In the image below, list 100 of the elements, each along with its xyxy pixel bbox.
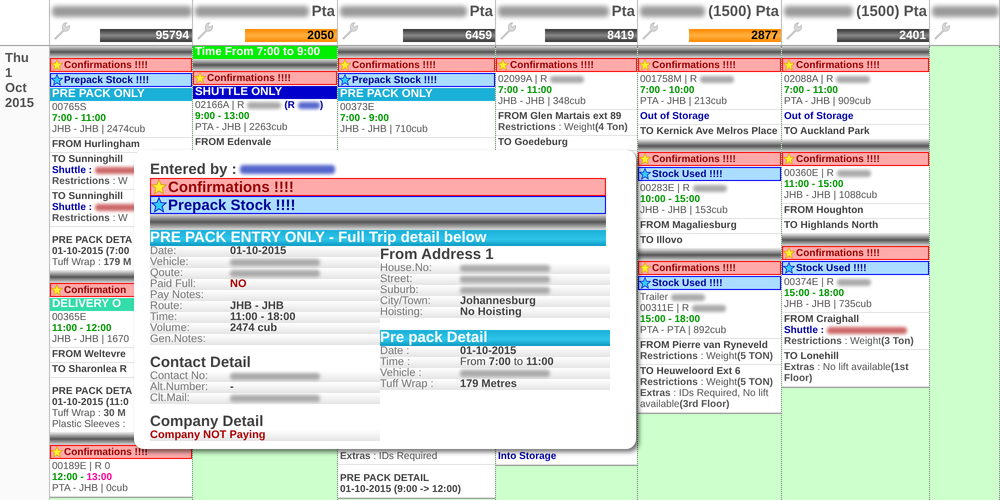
vehicle-suffix: (1500) Pta bbox=[856, 3, 928, 20]
alert-text: Confirmations !!!! bbox=[652, 60, 736, 70]
job-detail: TO Heuweloord Ext 6 bbox=[640, 366, 740, 377]
job-detail: 00374E | R bbox=[784, 277, 834, 288]
job-detail: Extras : IDs Required, No lift available(3rd Floor) bbox=[640, 388, 768, 410]
job-detail: JHB - JHB | 2474cub bbox=[52, 124, 146, 135]
star-icon bbox=[51, 59, 63, 71]
vehicle-suffix: Pta bbox=[470, 3, 494, 20]
job-detail: TO Kernick Ave Melros Place bbox=[640, 126, 778, 137]
job-detail: 00189E | R 0 bbox=[52, 461, 110, 472]
job-detail: JHB - JHB | 153cub bbox=[640, 205, 728, 216]
redacted-text bbox=[932, 6, 999, 17]
job-detail: Trailer bbox=[640, 292, 668, 303]
job-detail: Extras : IDs Required bbox=[340, 451, 438, 462]
time-range: 7:00 - 11:00 bbox=[784, 85, 838, 96]
star-icon bbox=[151, 197, 167, 213]
job-detail: 00373E bbox=[340, 102, 374, 113]
weekday-label: Thu bbox=[5, 50, 30, 65]
job-detail: JHB - JHB | 1670 bbox=[52, 334, 130, 345]
vehicle-suffix: Pta bbox=[312, 3, 336, 20]
job-detail: Restrictions : Weight(5 TON) bbox=[640, 351, 774, 362]
field-label: Vehicle : bbox=[380, 368, 423, 379]
field-label: Hoisting: bbox=[380, 307, 423, 318]
time-range: 11:00 - 12:00 bbox=[52, 323, 112, 334]
section-title: Contact Detail bbox=[150, 354, 252, 371]
entered-by-label: Entered by : bbox=[150, 160, 237, 178]
field-label: Street: bbox=[380, 274, 414, 285]
star-icon bbox=[639, 153, 651, 165]
job-detail: TO Sunninghill bbox=[52, 191, 123, 202]
payment-status: Company NOT Paying bbox=[150, 430, 267, 441]
time-range: 15:00 - 18:00 bbox=[784, 288, 844, 299]
job-detail: 00365E bbox=[52, 312, 86, 323]
field-label: Volume: bbox=[150, 323, 191, 334]
star-icon bbox=[783, 262, 795, 274]
time-range: 15:00 - 18:00 bbox=[640, 314, 700, 325]
field-value: 179 Metres bbox=[460, 379, 518, 390]
field-label: Time: bbox=[150, 312, 178, 323]
job-detail: 00283E | R bbox=[640, 183, 690, 194]
job-detail: Tuff Wrap : 30 M bbox=[52, 408, 126, 419]
job-detail: JHB - JHB | 1088cub bbox=[784, 190, 878, 201]
field-value: - bbox=[230, 382, 235, 393]
field-value: 11:00 - 18:00 bbox=[230, 312, 296, 323]
alert-text: Stock Used !!!! bbox=[652, 278, 723, 288]
alert-text: Prepack Stock !!!! bbox=[352, 74, 438, 86]
alert-text: Prepack Stock !!!! bbox=[168, 197, 296, 213]
job-detail: Plastic Sleeves : bbox=[52, 419, 126, 430]
field-label: City/Town: bbox=[380, 296, 432, 307]
job-detail: FROM Pierre van Ryneveld bbox=[640, 340, 768, 351]
star-icon bbox=[339, 59, 351, 71]
alert-text: Confirmation bbox=[64, 284, 126, 296]
job-detail: JHB - JHB | 348cub bbox=[498, 96, 586, 107]
alert-text: Stock Used !!!! bbox=[796, 262, 867, 274]
job-detail: FROM Glen Martais ext 89 bbox=[498, 111, 622, 122]
alert-text: Confirmations !!!! bbox=[510, 60, 594, 70]
star-icon bbox=[194, 72, 206, 84]
job-detail: FROM Magaliesburg bbox=[640, 220, 737, 231]
day-label: 1 bbox=[5, 65, 14, 80]
count-bar: 95794 bbox=[100, 29, 192, 42]
job-detail: PRE PACK DETA bbox=[52, 235, 132, 246]
time-range: 7:00 - 11:00 bbox=[498, 85, 552, 96]
job-detail: TO Sunninghill bbox=[52, 154, 123, 165]
section-band: PRE PACK ENTRY ONLY - Full Trip detail below bbox=[150, 230, 606, 246]
ref-note: ) bbox=[320, 100, 324, 111]
shuttle-label: Shuttle : bbox=[52, 165, 92, 176]
field-label: Clt.Mail: bbox=[150, 393, 191, 404]
field-value: 01-10-2015 bbox=[230, 246, 288, 257]
star-icon bbox=[51, 284, 63, 296]
field-value: 01-10-2015 bbox=[460, 346, 518, 357]
alert-text: Confirmations !!!! bbox=[64, 60, 148, 70]
category-band: PRE PACK ONLY bbox=[50, 88, 192, 101]
alert-text: Confirmations !!!! bbox=[652, 262, 736, 274]
alert-text: Confirmations !!!! bbox=[207, 72, 291, 84]
count-bar: 2050 bbox=[245, 29, 337, 42]
alert-text: Confirmations !!!! bbox=[652, 154, 736, 164]
star-icon bbox=[151, 179, 167, 195]
section-band: Pre pack Detail bbox=[380, 330, 610, 346]
field-label: Qoute: bbox=[150, 268, 184, 279]
star-icon bbox=[639, 168, 651, 180]
field-label: Paid Full: bbox=[150, 279, 197, 290]
job-detail: Restrictions : W bbox=[52, 213, 128, 224]
job-detail: PTA - PTA | 892cub bbox=[640, 325, 726, 336]
count-bar: 2877 bbox=[689, 29, 781, 42]
field-label: Time : bbox=[380, 357, 412, 368]
category-band: Time From 7:00 to 9:00 bbox=[193, 46, 337, 59]
job-detail: PRE PACK DETAIL bbox=[340, 473, 430, 484]
job-detail: Restrictions : Weight(3 Ton) bbox=[784, 336, 914, 347]
job-detail: TO Illovo bbox=[640, 235, 683, 246]
alert-text: Confirmations !!!! bbox=[168, 179, 294, 195]
time-range: 9:00 - 13:00 bbox=[195, 111, 250, 122]
time-range: 11:00 - 15:00 bbox=[784, 179, 844, 190]
field-value: 2474 cub bbox=[230, 323, 278, 334]
job-detail: TO Auckland Park bbox=[784, 126, 870, 137]
redacted-text bbox=[640, 6, 706, 17]
job-detail: JHB - JHB | 710cub bbox=[340, 124, 428, 135]
count-bar: 2401 bbox=[837, 29, 929, 42]
alert-text: Prepack Stock !!!! bbox=[64, 74, 150, 86]
section-title: From Address 1 bbox=[380, 246, 495, 263]
month-label: Oct bbox=[5, 80, 28, 95]
job-detail: TO Highlands North bbox=[784, 220, 878, 231]
count-bar: 6459 bbox=[403, 29, 495, 42]
